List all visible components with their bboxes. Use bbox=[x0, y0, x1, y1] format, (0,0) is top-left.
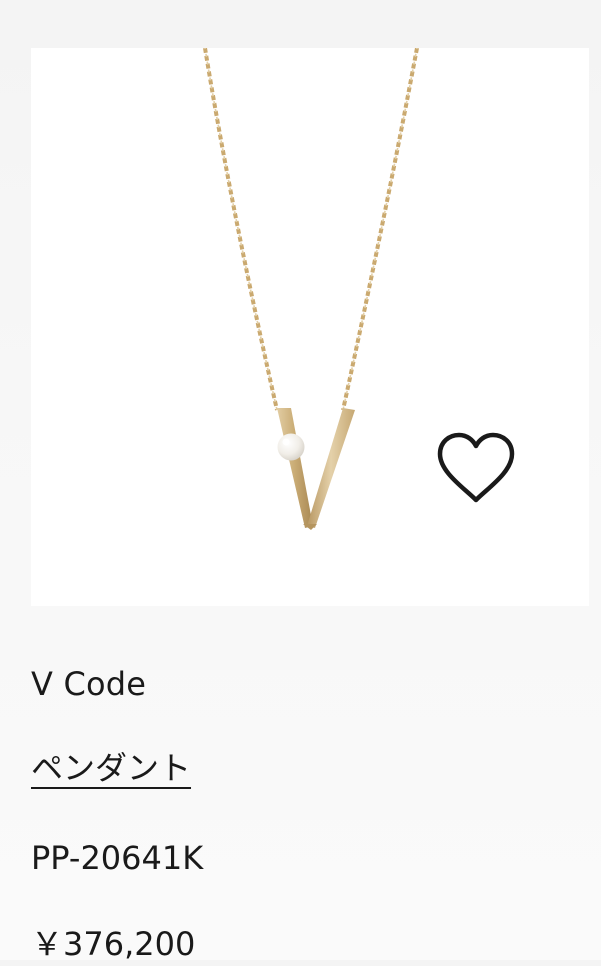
product-image[interactable] bbox=[31, 48, 589, 606]
v-pendant-left-arm bbox=[277, 408, 313, 528]
necklace-image bbox=[203, 48, 419, 530]
product-card: V Code ペンダント PP-20641K ￥376,200 bbox=[0, 0, 601, 963]
product-price: ￥376,200 bbox=[31, 925, 196, 963]
heart-outline-icon bbox=[437, 432, 515, 503]
pearl bbox=[277, 433, 305, 461]
category-link[interactable]: ペンダント bbox=[31, 746, 191, 790]
v-pendant-right-arm bbox=[307, 408, 355, 528]
product-name: V Code bbox=[31, 665, 147, 703]
favorite-button[interactable] bbox=[434, 430, 518, 506]
chain-left bbox=[203, 48, 279, 411]
product-code: PP-20641K bbox=[31, 839, 204, 877]
